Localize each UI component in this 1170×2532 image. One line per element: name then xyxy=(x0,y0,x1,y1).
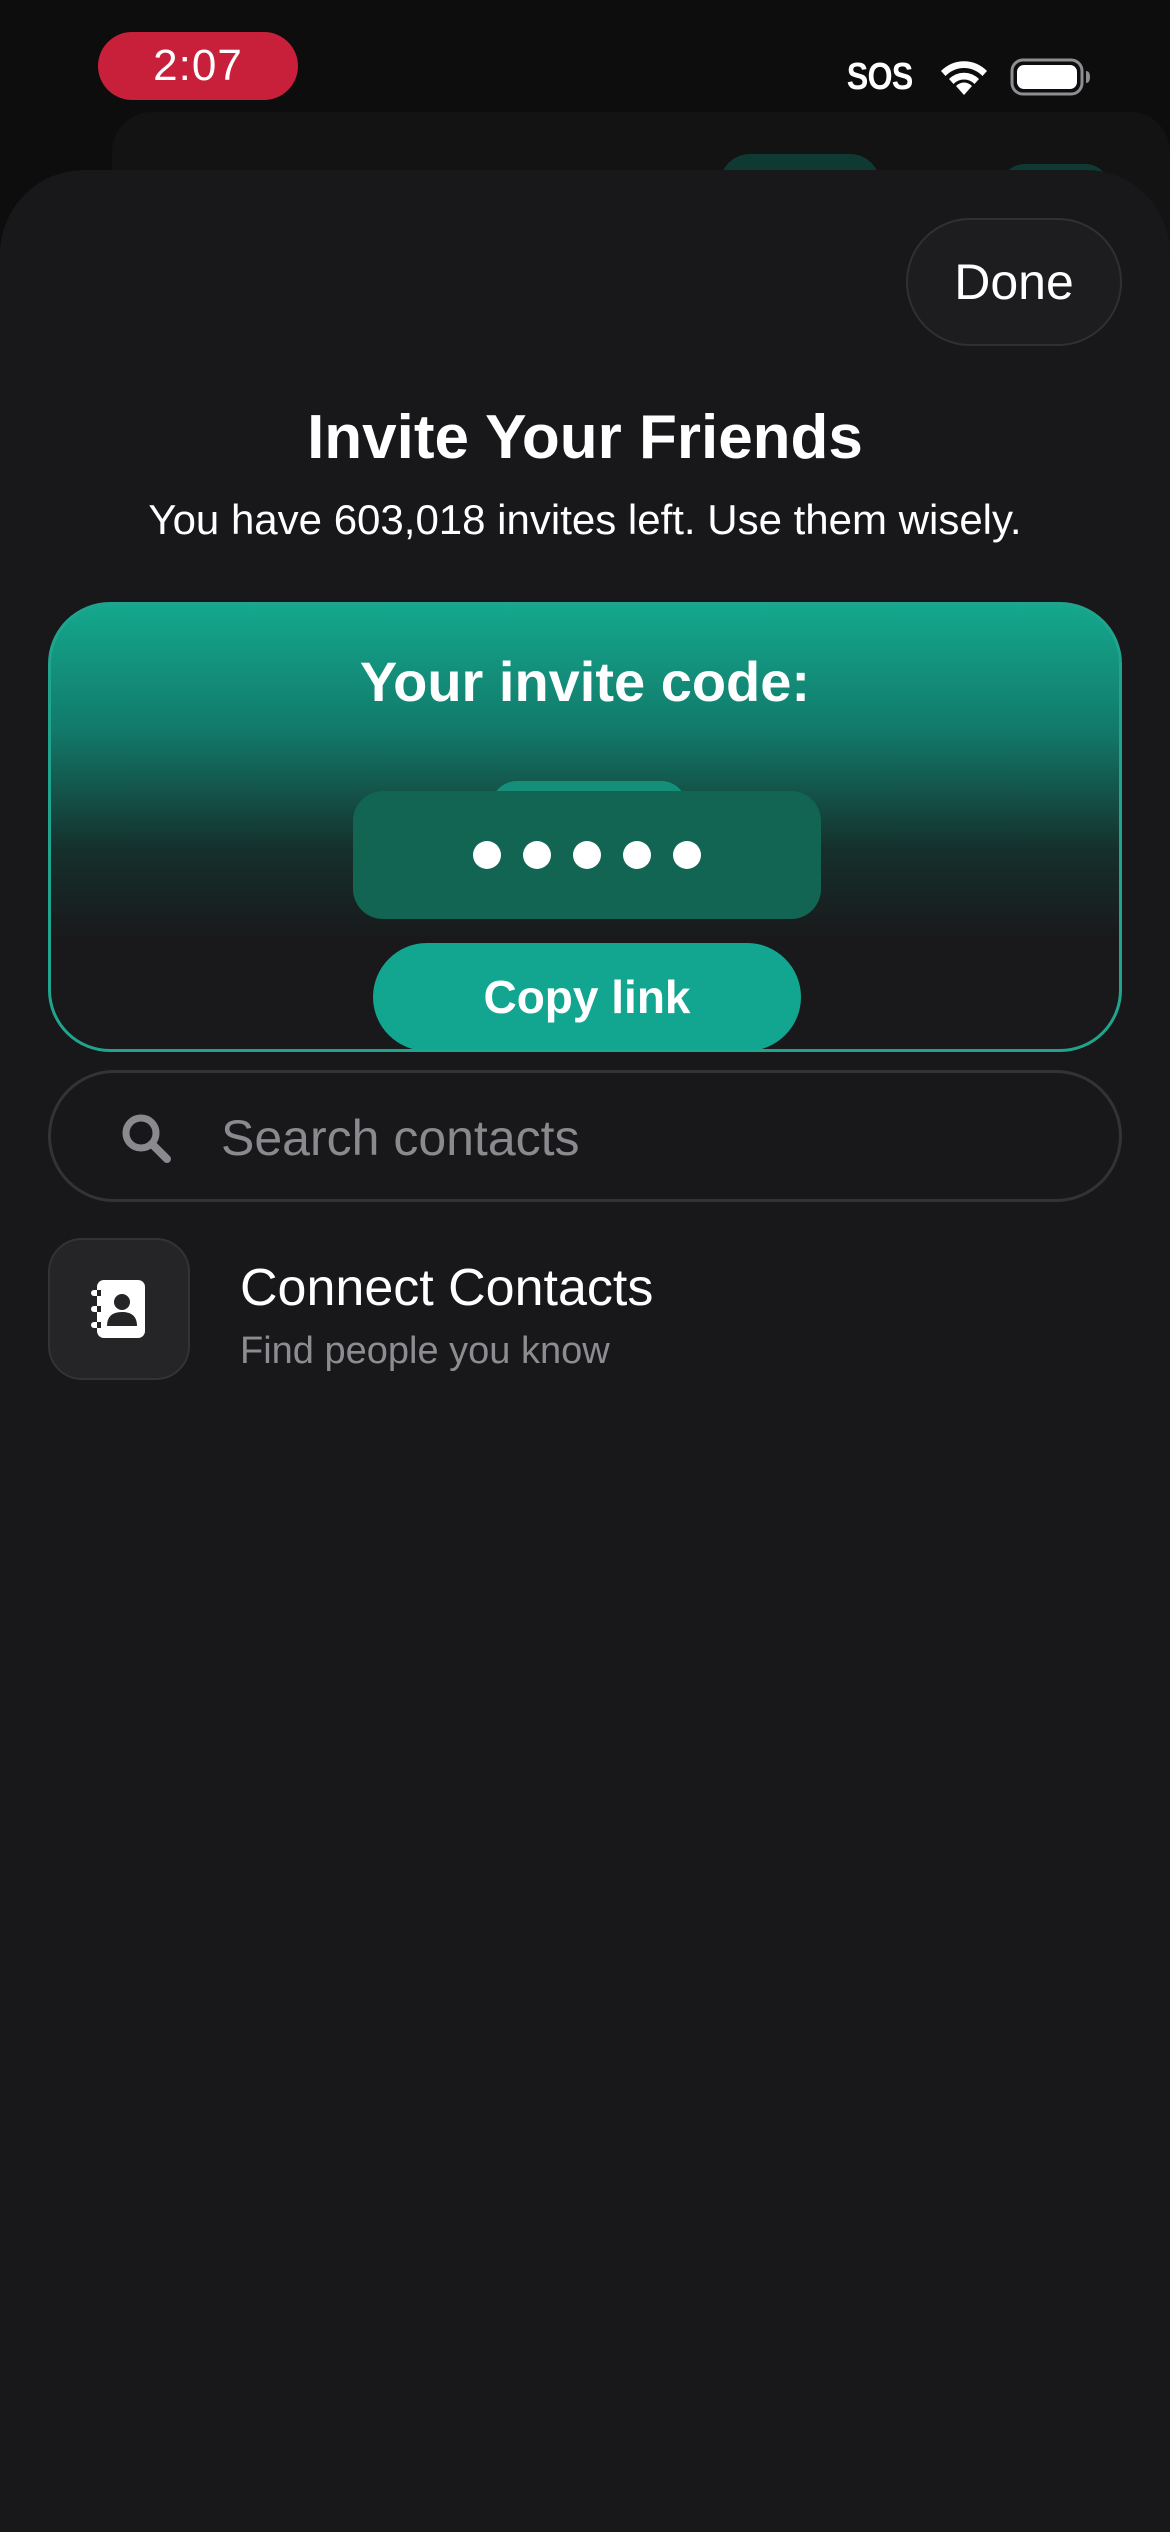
search-field[interactable] xyxy=(48,1070,1122,1202)
done-button[interactable]: Done xyxy=(906,218,1122,346)
sos-indicator: SOS xyxy=(846,55,914,98)
code-dot xyxy=(623,841,651,869)
sheet-title: Invite Your Friends xyxy=(307,403,863,472)
screen: 2:07 SOS Done Invite Your Friends You ha… xyxy=(0,0,1170,2532)
code-dot xyxy=(573,841,601,869)
invite-code-card: Your invite code: Copy link xyxy=(48,602,1122,1052)
invite-code-masked[interactable] xyxy=(353,791,821,919)
search-icon xyxy=(122,1114,171,1163)
code-dot xyxy=(523,841,551,869)
code-dot xyxy=(473,841,501,869)
search-input[interactable] xyxy=(219,1095,1083,1181)
status-indicators: SOS xyxy=(841,50,1092,104)
invite-code-label: Your invite code: xyxy=(359,650,811,713)
connect-contacts-subtitle: Find people you know xyxy=(240,1330,610,1372)
battery-icon xyxy=(1010,57,1092,97)
code-dot xyxy=(673,841,701,869)
invites-remaining-text: You have 603,018 invites left. Use them … xyxy=(148,496,1022,543)
connect-contacts-row[interactable]: Connect Contacts Find people you know xyxy=(48,1238,1122,1384)
contact-book-icon xyxy=(48,1238,190,1380)
copy-link-button[interactable]: Copy link xyxy=(373,943,801,1049)
connect-contacts-title: Connect Contacts xyxy=(240,1259,654,1317)
wifi-icon xyxy=(938,57,990,97)
invite-sheet: Done Invite Your Friends You have 603,01… xyxy=(0,170,1170,2532)
status-time[interactable]: 2:07 xyxy=(98,32,298,100)
